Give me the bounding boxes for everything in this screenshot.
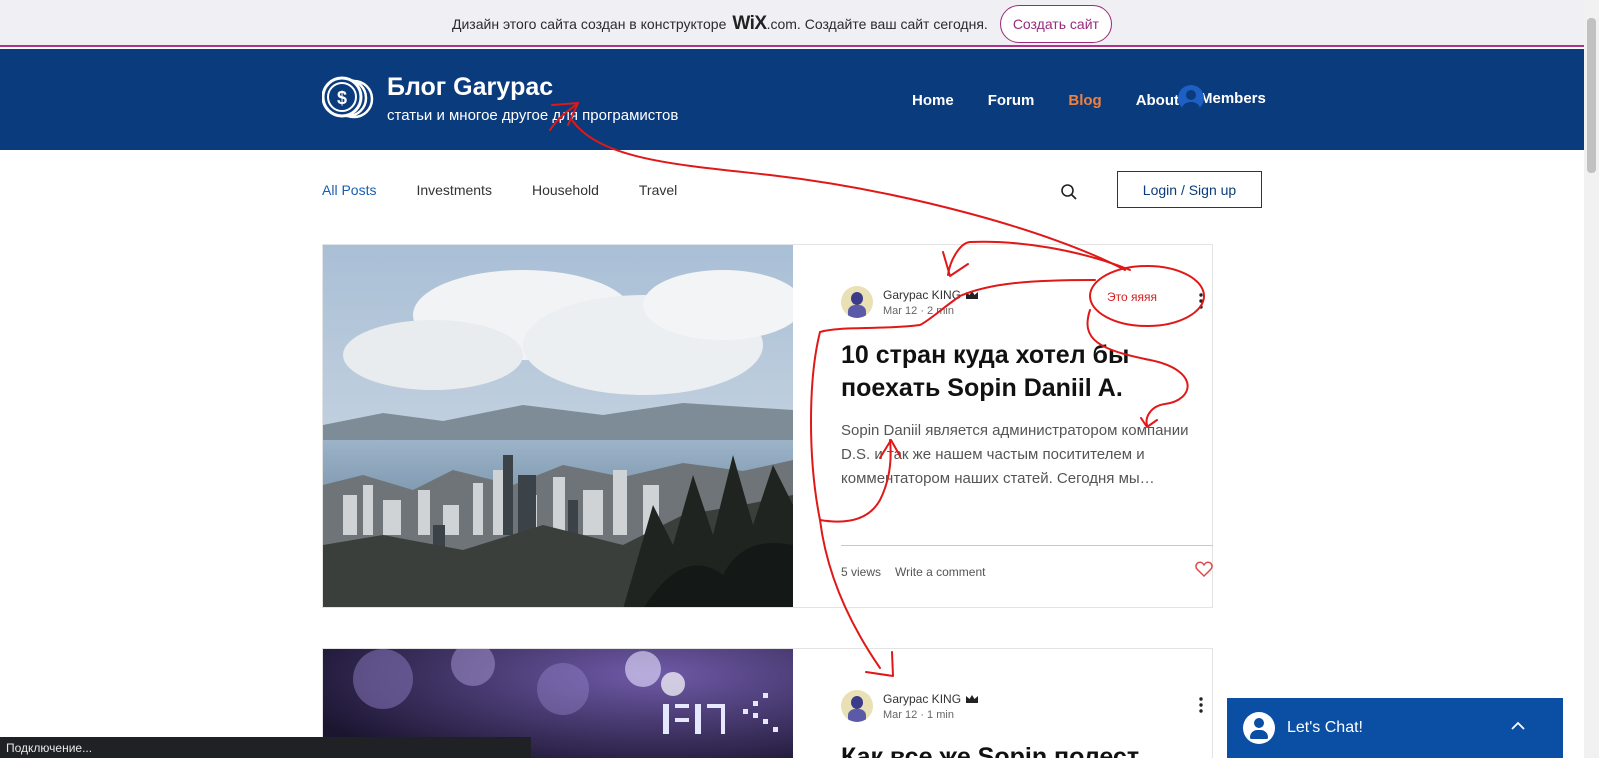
author-avatar[interactable] bbox=[841, 286, 873, 318]
coins-icon[interactable]: $ bbox=[322, 76, 374, 120]
wix-banner-text: Дизайн этого сайта создан в конструкторе bbox=[452, 16, 727, 32]
category-all-posts[interactable]: All Posts bbox=[322, 182, 376, 198]
post-title[interactable]: 10 стран куда хотел бы поехать Sopin Dan… bbox=[841, 339, 1211, 405]
page-scrollbar[interactable] bbox=[1584, 0, 1599, 758]
category-investments[interactable]: Investments bbox=[416, 182, 491, 198]
author-name[interactable]: Garypac KING bbox=[883, 288, 961, 302]
site-header: $ Блог Garypac статьи и многое другое дл… bbox=[0, 49, 1584, 150]
login-signup-button[interactable]: Login / Sign up bbox=[1117, 171, 1262, 208]
crown-icon bbox=[966, 290, 979, 299]
post-stats: 5 views Write a comment bbox=[841, 565, 985, 579]
search-icon[interactable] bbox=[1060, 183, 1078, 201]
chat-widget[interactable]: Let's Chat! bbox=[1227, 698, 1563, 758]
chevron-up-icon[interactable] bbox=[1511, 721, 1525, 730]
post-excerpt[interactable]: Sopin Daniil является администратором ко… bbox=[841, 419, 1213, 491]
site-tagline: статьи и многое другое для програмистов bbox=[387, 107, 679, 124]
members-label[interactable]: Members bbox=[1200, 90, 1266, 107]
wix-promo-banner: Дизайн этого сайта создан в конструкторе… bbox=[0, 0, 1584, 47]
page: Дизайн этого сайта создан в конструкторе… bbox=[0, 0, 1599, 758]
category-travel[interactable]: Travel bbox=[639, 182, 677, 198]
author-row: Garypac KING Mar 12 · 2 min bbox=[841, 286, 979, 318]
svg-text:$: $ bbox=[337, 88, 347, 108]
members-login[interactable]: Members bbox=[1178, 85, 1266, 111]
scroll-thumb[interactable] bbox=[1587, 18, 1596, 173]
crown-icon bbox=[966, 694, 979, 703]
author-row: Garypac KING Mar 12 · 1 min bbox=[841, 690, 979, 722]
nav-about[interactable]: About bbox=[1136, 92, 1179, 109]
wix-logo[interactable]: WiX bbox=[732, 13, 767, 35]
create-site-button[interactable]: Создать сайт bbox=[999, 5, 1112, 43]
wix-banner-text-after: .com. Создайте ваш сайт сегодня. bbox=[766, 16, 988, 32]
post-date: Mar 12 bbox=[883, 304, 918, 317]
views-count: 5 views bbox=[841, 565, 882, 579]
more-options-icon[interactable] bbox=[1199, 697, 1203, 713]
more-options-icon[interactable] bbox=[1199, 293, 1203, 309]
category-menu: All Posts Investments Household Travel bbox=[322, 182, 717, 198]
author-name[interactable]: Garypac KING bbox=[883, 692, 961, 706]
main-nav: Home Forum Blog About bbox=[912, 92, 1213, 109]
user-avatar-icon[interactable] bbox=[1178, 85, 1204, 111]
nav-home[interactable]: Home bbox=[912, 92, 954, 109]
nav-blog[interactable]: Blog bbox=[1068, 92, 1101, 109]
read-time: 2 min bbox=[927, 304, 954, 317]
browser-status-bar: Подключение... bbox=[0, 737, 531, 758]
post-cover-image[interactable] bbox=[323, 245, 793, 607]
chat-label[interactable]: Let's Chat! bbox=[1287, 719, 1363, 737]
heart-icon[interactable] bbox=[1195, 561, 1213, 577]
write-comment-link[interactable]: Write a comment bbox=[895, 565, 985, 579]
author-avatar[interactable] bbox=[841, 690, 873, 722]
nav-forum[interactable]: Forum bbox=[988, 92, 1035, 109]
post-title[interactable]: Как все же Sopin полест bbox=[841, 741, 1211, 758]
post-date: Mar 12 bbox=[883, 708, 918, 721]
read-time: 1 min bbox=[927, 708, 954, 721]
post-card[interactable]: Garypac KING Mar 12 · 2 min 10 стран куд… bbox=[322, 244, 1213, 608]
annotation-label: Это яяяя bbox=[1107, 290, 1157, 304]
divider bbox=[841, 545, 1213, 546]
site-title[interactable]: Блог Garypac bbox=[387, 73, 553, 102]
chat-avatar-icon bbox=[1243, 712, 1275, 744]
category-household[interactable]: Household bbox=[532, 182, 599, 198]
